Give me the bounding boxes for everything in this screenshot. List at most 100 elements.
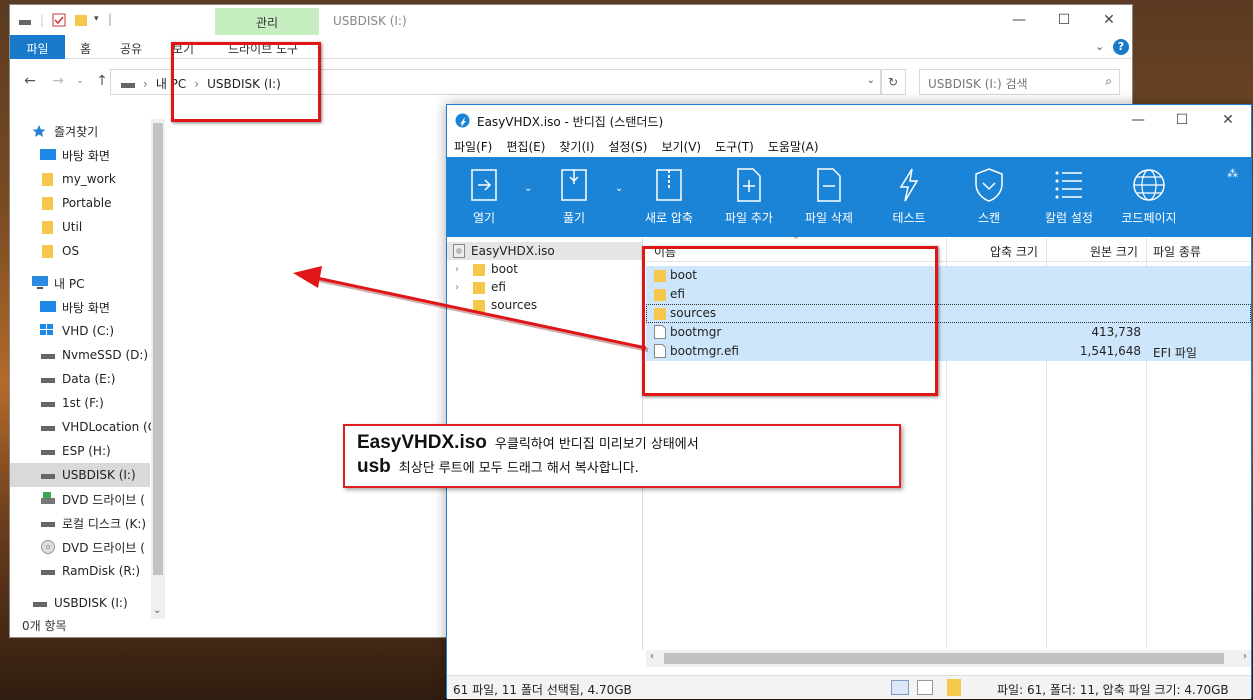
- drive-icon: [40, 396, 56, 410]
- scan-button[interactable]: 스캔: [954, 167, 1024, 235]
- menu-tools[interactable]: 도구(T): [708, 135, 761, 157]
- tree-item-sources[interactable]: sources: [473, 296, 537, 314]
- menu-edit[interactable]: 편집(E): [499, 135, 552, 157]
- toolbar-label: 파일 추가: [725, 211, 773, 225]
- nav-drive-f[interactable]: 1st (F:): [40, 391, 166, 415]
- chevron-right-icon[interactable]: ›: [455, 282, 473, 293]
- nav-drive-e[interactable]: Data (E:): [40, 367, 166, 391]
- refresh-button[interactable]: ↻: [880, 69, 906, 95]
- chevron-right-icon[interactable]: ›: [143, 77, 148, 91]
- nav-pinned-util[interactable]: Util ⊸: [40, 215, 166, 239]
- up-button[interactable]: ↑: [94, 73, 110, 89]
- help-icon[interactable]: ?: [1113, 39, 1129, 55]
- back-button[interactable]: ←: [22, 73, 38, 89]
- view-toggle-icon[interactable]: ⁂: [1227, 167, 1238, 180]
- forward-button[interactable]: →: [50, 73, 66, 89]
- nav-drive-h[interactable]: ESP (H:): [40, 439, 166, 463]
- folder-icon: [40, 244, 56, 258]
- tree-item-efi[interactable]: › efi: [455, 278, 506, 296]
- expand-ribbon-icon[interactable]: ⌄: [1095, 40, 1104, 53]
- codepage-button[interactable]: 코드페이지: [1114, 167, 1184, 235]
- nav-usb-root[interactable]: USBDISK (I:): [32, 591, 166, 613]
- nav-pinned-portable[interactable]: Portable ⊸: [40, 191, 166, 215]
- nav-label: OS: [62, 244, 80, 258]
- add-files-button[interactable]: 파일 추가: [714, 167, 784, 235]
- nav-drive-c[interactable]: VHD (C:): [40, 319, 166, 343]
- column-settings-button[interactable]: 칼럼 설정: [1034, 167, 1104, 235]
- chevron-down-icon[interactable]: ⌄: [867, 75, 875, 86]
- nav-pinned-os[interactable]: OS ⊸: [40, 239, 166, 263]
- search-icon[interactable]: ⌕: [1105, 74, 1112, 89]
- menu-settings[interactable]: 설정(S): [601, 135, 654, 157]
- tree-label: boot: [491, 262, 519, 276]
- tab-home[interactable]: 홈: [80, 35, 91, 59]
- nav-drive-i-selected[interactable]: USBDISK (I:): [10, 463, 150, 487]
- scroll-right-icon[interactable]: ›: [1243, 651, 1247, 662]
- thumbnail-view-icon[interactable]: [917, 680, 933, 695]
- new-archive-button[interactable]: 새로 압축: [634, 167, 704, 235]
- menu-help[interactable]: 도움말(A): [761, 135, 826, 157]
- menu-find[interactable]: 찾기(I): [552, 135, 601, 157]
- scroll-down-icon[interactable]: ⌄: [153, 605, 161, 616]
- properties-icon[interactable]: [52, 13, 66, 27]
- search-input[interactable]: USBDISK (I:) 검색 ⌕: [919, 69, 1120, 95]
- extract-button[interactable]: 풀기: [539, 167, 609, 235]
- minimize-button[interactable]: —: [1129, 111, 1147, 129]
- column-original-size[interactable]: 원본 크기: [1090, 243, 1138, 260]
- nav-drive-r[interactable]: RamDisk (R:): [40, 559, 166, 583]
- drive-icon[interactable]: [18, 13, 32, 27]
- chevron-down-icon[interactable]: ⌄: [615, 183, 623, 194]
- menu-view[interactable]: 보기(V): [654, 135, 708, 157]
- nav-pinned-desktop[interactable]: 바탕 화면 ⊸: [40, 143, 166, 167]
- maximize-button[interactable]: ☐: [1173, 111, 1191, 129]
- archive-info-icon[interactable]: [947, 679, 961, 696]
- nav-drive-dvd-2[interactable]: DVD 드라이브 (: [40, 535, 166, 559]
- scroll-left-icon[interactable]: ‹: [650, 651, 654, 662]
- tree-item-boot[interactable]: › boot: [455, 260, 518, 278]
- nav-drive-k[interactable]: 로컬 디스크 (K:): [40, 511, 166, 535]
- status-selection: 61 파일, 11 폴더 선택됨, 4.70GB: [453, 683, 632, 697]
- tree-root[interactable]: EasyVHDX.iso: [447, 242, 642, 260]
- nav-quick-access[interactable]: 즐겨찾기: [32, 119, 166, 143]
- folder-icon: [40, 172, 56, 186]
- nav-this-pc[interactable]: 내 PC: [32, 271, 166, 295]
- tab-share[interactable]: 공유: [120, 35, 142, 59]
- detail-view-icon[interactable]: [891, 680, 909, 695]
- close-button[interactable]: ✕: [1219, 111, 1237, 129]
- nav-drive-dvd-1[interactable]: DVD 드라이브 (: [40, 487, 166, 511]
- recent-dropdown-icon[interactable]: ⌄: [72, 73, 88, 89]
- tree-label: EasyVHDX.iso: [471, 244, 555, 258]
- scroll-thumb[interactable]: [153, 123, 163, 575]
- minimize-button[interactable]: —: [1010, 11, 1028, 29]
- close-button[interactable]: ✕: [1100, 11, 1118, 29]
- separator: |: [108, 12, 113, 26]
- open-button[interactable]: 열기: [449, 167, 519, 235]
- annotation-box-files: [642, 246, 938, 396]
- menu-file[interactable]: 파일(F): [447, 135, 499, 157]
- nav-drive-g[interactable]: VHDLocation (G: [40, 415, 166, 439]
- nav-drive-desktop[interactable]: 바탕 화면: [40, 295, 166, 319]
- chevron-down-icon[interactable]: ⌄: [524, 183, 532, 194]
- nav-drive-d[interactable]: NvmeSSD (D:): [40, 343, 166, 367]
- new-folder-icon[interactable]: [74, 13, 88, 27]
- folder-icon: [473, 298, 485, 312]
- customize-qat-icon[interactable]: ▾: [94, 14, 99, 24]
- delete-file-icon: [817, 168, 841, 202]
- toolbar-label: 칼럼 설정: [1045, 211, 1093, 225]
- column-compressed-size[interactable]: 압축 크기: [990, 243, 1038, 260]
- star-icon: [32, 124, 48, 138]
- chevron-right-icon[interactable]: ›: [455, 264, 473, 275]
- test-button[interactable]: 테스트: [874, 167, 944, 235]
- horizontal-scrollbar[interactable]: ‹ ›: [646, 650, 1251, 667]
- delete-files-button[interactable]: 파일 삭제: [794, 167, 864, 235]
- nav-label: Portable: [62, 196, 112, 210]
- nav-scrollbar[interactable]: ⌄: [151, 119, 165, 619]
- column-file-type[interactable]: 파일 종류: [1153, 243, 1201, 260]
- nav-pinned-my-work[interactable]: my_work ⊸: [40, 167, 166, 191]
- maximize-button[interactable]: ☐: [1055, 11, 1073, 29]
- tab-file[interactable]: 파일: [10, 35, 65, 59]
- nav-label: 바탕 화면: [62, 300, 110, 315]
- context-tab-manage[interactable]: 관리: [215, 8, 319, 35]
- scroll-thumb[interactable]: [664, 653, 1224, 664]
- toolbar-label: 스캔: [977, 211, 1001, 225]
